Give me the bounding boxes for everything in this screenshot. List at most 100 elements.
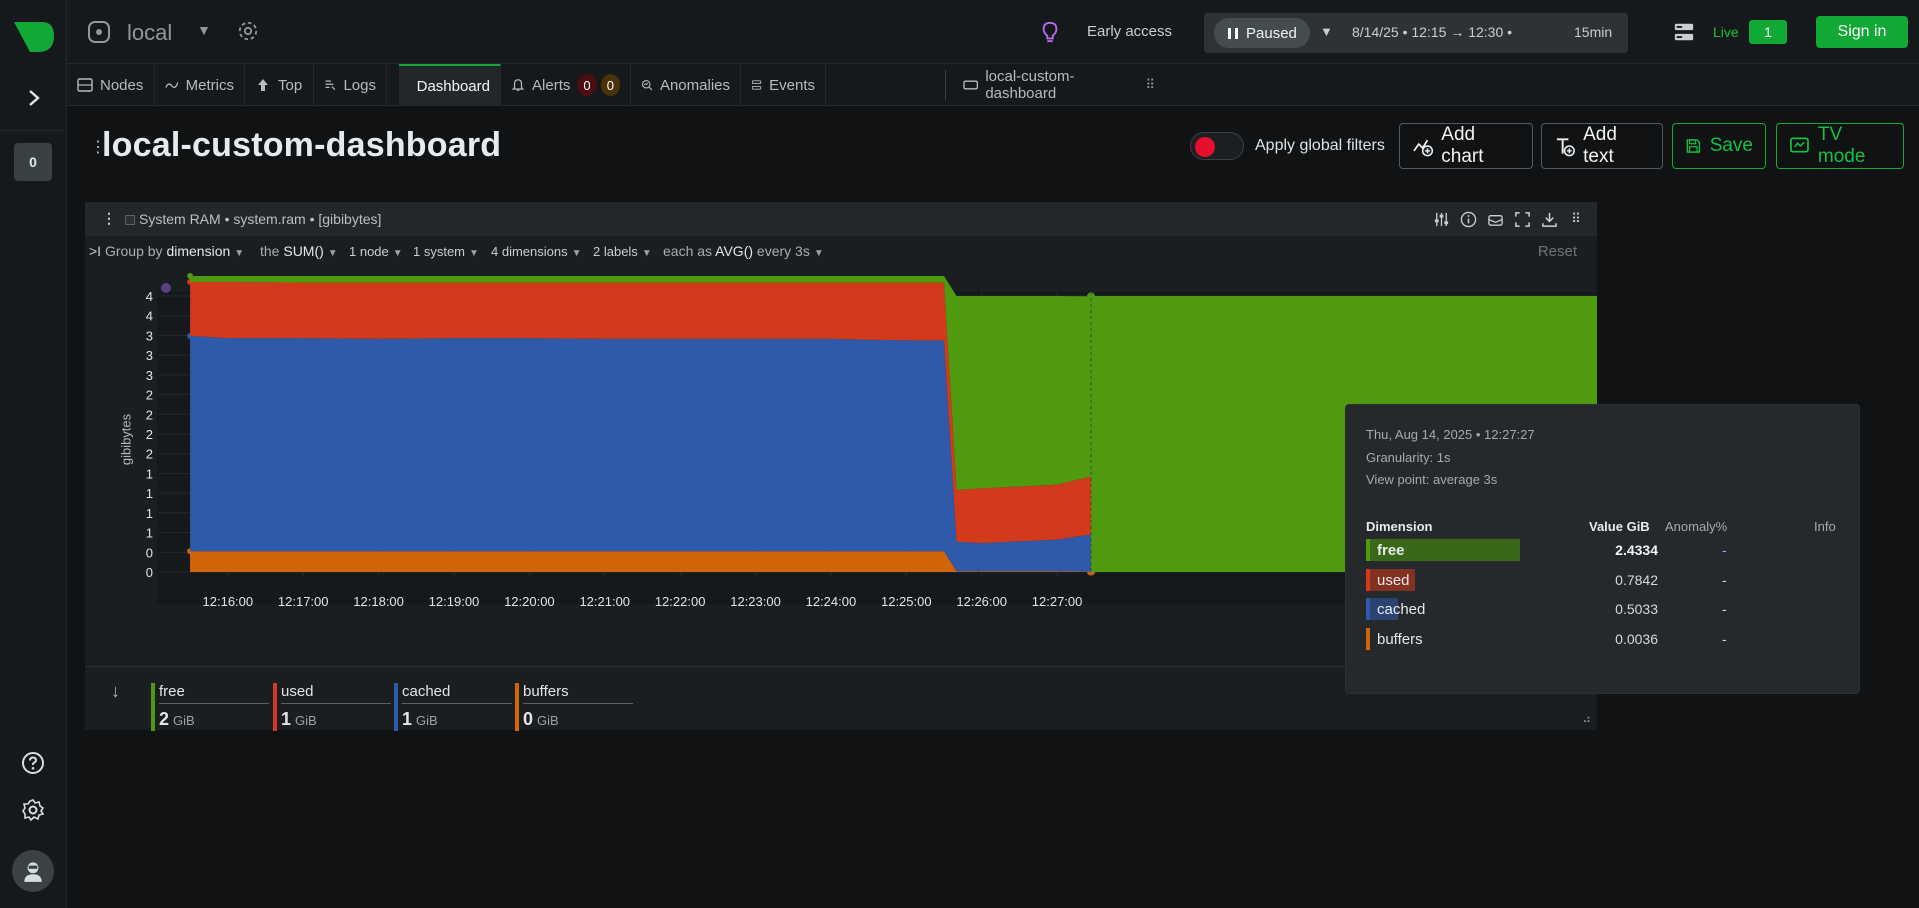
chart-card-header: ⋮ System RAM • system.ram • [gibibytes] …: [85, 202, 1597, 236]
labels-filter-dropdown[interactable]: 2 labels ▼: [593, 243, 652, 259]
tab-events[interactable]: Events: [741, 64, 826, 106]
x-tick-label: 12:24:00: [806, 594, 857, 609]
legend-name: cached: [402, 683, 451, 700]
tab-top[interactable]: Top: [245, 64, 314, 106]
nodes-grid-icon: [77, 78, 93, 92]
x-tick-label: 12:20:00: [504, 594, 555, 609]
chart-drag-handle-icon[interactable]: ⠿: [1567, 210, 1585, 228]
dashboard-title[interactable]: local-custom-dashboard: [102, 126, 501, 165]
chart-fullscreen-icon[interactable]: [1513, 210, 1531, 228]
live-nodes-count[interactable]: 1: [1749, 20, 1787, 44]
reset-button[interactable]: Reset: [1538, 243, 1577, 260]
card-resize-handle-icon[interactable]: ⠴: [1582, 712, 1591, 726]
tooltip-row-value: 0.5033: [1615, 601, 1658, 617]
tooltip-row-anomaly: -: [1722, 542, 1727, 558]
chart-menu-icon[interactable]: ⋮: [102, 210, 116, 227]
legend-unit: GiB: [173, 713, 195, 728]
save-button[interactable]: Save: [1672, 123, 1766, 169]
chart-info-icon[interactable]: [1459, 210, 1477, 228]
pause-icon: [1228, 27, 1238, 39]
legend-value-number: 2: [159, 709, 170, 729]
tooltip-row-value: 0.0036: [1615, 631, 1658, 647]
add-chart-button[interactable]: Add chart: [1399, 123, 1533, 169]
legend-item-free[interactable]: free 2 GiB: [151, 683, 269, 731]
every-interval: every 3s: [756, 243, 810, 259]
legend-item-used[interactable]: used 1 GiB: [273, 683, 391, 731]
tab-logs-label: Logs: [343, 76, 376, 94]
dimensions-filter-dropdown[interactable]: 4 dimensions ▼: [491, 243, 582, 259]
tab-anomalies[interactable]: Anomalies: [631, 64, 741, 106]
add-text-button[interactable]: Add text: [1541, 123, 1663, 169]
tabs-divider: [945, 70, 946, 100]
chart-group-by-bar: >I Group by dimension ▼ the SUM() ▼ 1 node…: [85, 236, 1597, 266]
dimensions-filter-label: 4 dimensions: [491, 244, 568, 259]
tab-nodes[interactable]: Nodes: [67, 64, 155, 106]
tooltip-row-name: cached: [1377, 601, 1426, 618]
space-badge[interactable]: 0: [14, 143, 52, 181]
x-tick-label: 12:17:00: [278, 594, 329, 609]
time-range-label[interactable]: 8/14/25 • 12:15 → 12:30 •: [1352, 24, 1512, 40]
legend-swatch: [394, 683, 398, 731]
user-avatar[interactable]: [12, 850, 54, 892]
tooltip-granularity: Granularity: 1s: [1366, 450, 1451, 465]
tooltip-row-anomaly: -: [1722, 631, 1727, 647]
chart-type-icon: [125, 215, 135, 225]
playback-options-caret-icon[interactable]: ▼: [1320, 24, 1333, 39]
drag-handle-icon[interactable]: ⠿: [1145, 77, 1155, 93]
sign-in-button[interactable]: Sign in: [1816, 16, 1908, 48]
group-by-value: dimension: [166, 243, 231, 259]
expand-sidebar-icon[interactable]: [16, 80, 52, 116]
space-settings-gear-icon[interactable]: [237, 20, 261, 44]
space-status-icon: [87, 20, 111, 44]
tab-metrics[interactable]: Metrics: [155, 64, 245, 106]
legend-item-buffers[interactable]: buffers 0 GiB: [515, 683, 633, 731]
tooltip-row-name: used: [1377, 572, 1410, 589]
global-filters-toggle[interactable]: [1190, 132, 1244, 160]
y-tick-label: 1: [146, 466, 153, 481]
add-text-icon: [1556, 138, 1575, 157]
y-tick-label: 0: [146, 565, 153, 580]
tooltip-view-point: View point: average 3s: [1366, 472, 1498, 487]
collapse-filters-icon[interactable]: >I: [89, 243, 101, 259]
aggregation-dropdown[interactable]: the SUM() ▼: [260, 243, 338, 259]
tv-mode-label: TV mode: [1817, 124, 1866, 167]
group-by-dropdown[interactable]: >I Group by dimension ▼: [89, 243, 244, 259]
space-dropdown-caret-icon[interactable]: ▼: [197, 22, 211, 38]
settings-gear-icon[interactable]: [20, 797, 46, 823]
main-tabs: Nodes Metrics Top Logs Dashboard Alerts …: [67, 64, 1919, 106]
x-tick-label: 12:19:00: [429, 594, 480, 609]
tv-mode-button[interactable]: TV mode: [1776, 123, 1904, 169]
chevron-down-icon: ▼: [392, 248, 403, 259]
tab-alerts[interactable]: Alerts 0 0: [501, 64, 631, 106]
chart-annotate-icon[interactable]: [1486, 210, 1504, 228]
time-aggregation-dropdown[interactable]: each as AVG() every 3s ▼: [663, 243, 824, 259]
chart-download-icon[interactable]: [1540, 210, 1558, 228]
systems-filter-dropdown[interactable]: 1 system ▼: [413, 243, 479, 259]
legend-value-number: 0: [523, 709, 534, 729]
legend-swatch: [273, 683, 277, 731]
early-access-link[interactable]: Early access: [1087, 23, 1172, 40]
legend-sort-arrow-icon[interactable]: ↓: [111, 681, 120, 702]
server-nodes-icon[interactable]: [1673, 20, 1695, 44]
custom-dashboard-icon: [963, 80, 979, 90]
add-chart-icon: [1413, 139, 1434, 157]
tab-logs[interactable]: Logs: [314, 64, 387, 106]
legend-item-cached[interactable]: cached 1 GiB: [394, 683, 512, 731]
chevron-down-icon: ▼: [641, 248, 652, 259]
legend-value: 0 GiB: [523, 709, 559, 730]
time-duration-label[interactable]: 15min: [1574, 24, 1612, 40]
nodes-filter-dropdown[interactable]: 1 node ▼: [349, 243, 403, 259]
live-label: Live: [1713, 24, 1739, 40]
tooltip-row-free: free 2.4334 -: [1366, 537, 1836, 563]
add-chart-label: Add chart: [1441, 124, 1484, 167]
chart-settings-sliders-icon[interactable]: [1432, 210, 1450, 228]
save-floppy-icon: [1686, 139, 1701, 153]
tab-local-custom-dashboard[interactable]: local-custom-dashboard ⠿: [953, 64, 1165, 106]
play-pause-button[interactable]: Paused: [1214, 18, 1310, 48]
netdata-logo[interactable]: [12, 18, 56, 58]
tooltip-col-dimension: Dimension: [1366, 519, 1433, 534]
tab-dashboard[interactable]: Dashboard: [399, 64, 501, 106]
time-range-picker[interactable]: Paused ▼ 8/14/25 • 12:15 → 12:30 • 15min: [1204, 13, 1628, 53]
space-name[interactable]: local: [127, 20, 172, 46]
help-icon[interactable]: [20, 750, 46, 776]
